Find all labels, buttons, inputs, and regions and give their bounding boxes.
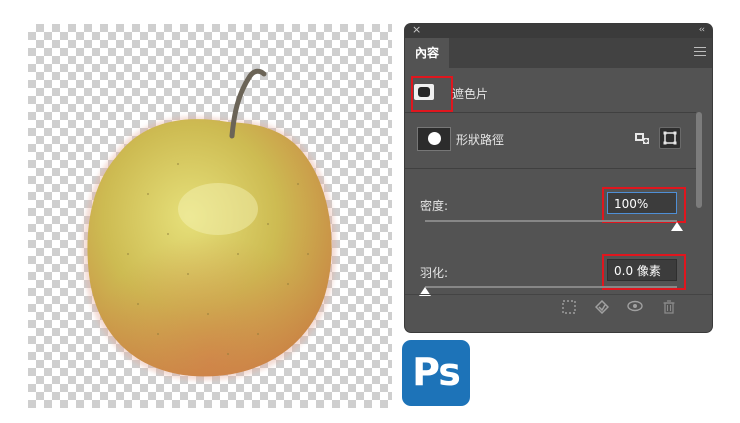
shape-path-label: 形狀路徑 [456,133,505,147]
pear-image [83,68,337,381]
panel-title-bar: × ‹‹ [405,24,712,38]
mask-title: 遮色片 [452,87,489,101]
collapse-panel-icon[interactable]: ‹‹ [699,24,705,37]
add-mask-icon[interactable] [631,127,653,149]
pixel-mask-icon[interactable] [414,84,434,100]
divider [405,112,696,113]
tab-properties[interactable]: 內容 [405,38,449,68]
feather-slider-track[interactable] [425,286,677,288]
apply-mask-icon[interactable] [594,299,610,316]
visibility-eye-icon[interactable] [627,300,643,316]
divider [405,168,696,169]
select-path-icon[interactable] [659,127,681,149]
photoshop-logo-text: Ps [412,350,461,394]
trash-icon[interactable] [661,300,677,316]
density-input[interactable]: 100% [607,192,677,214]
feather-label: 羽化: [420,266,449,280]
hamburger-icon[interactable] [694,47,706,59]
feather-input[interactable]: 0.0 像素 [607,259,677,281]
photoshop-logo: Ps [402,340,470,406]
panel-tab-strip: 內容 [405,38,712,68]
close-icon[interactable]: × [412,24,421,37]
panel-scrollbar[interactable] [696,112,702,208]
density-slider-thumb[interactable] [671,222,683,231]
transparent-canvas [28,24,392,408]
divider [405,294,712,295]
vector-mask-icon[interactable] [417,127,451,151]
selection-icon[interactable] [561,300,577,316]
density-slider-track[interactable] [425,220,677,222]
density-label: 密度: [420,199,449,213]
